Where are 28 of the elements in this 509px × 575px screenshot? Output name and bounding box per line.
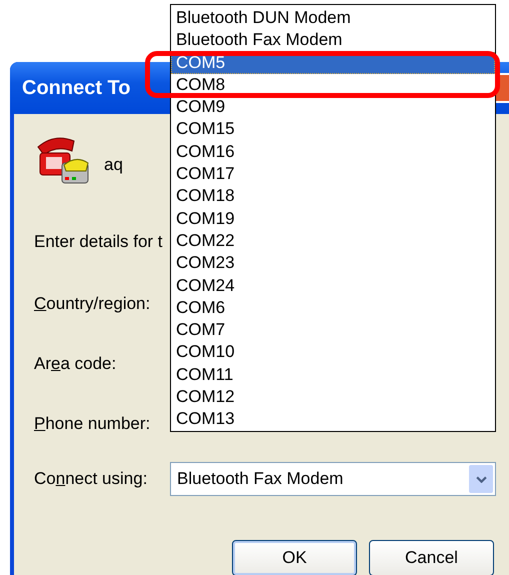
- dropdown-item[interactable]: COM16: [171, 140, 495, 164]
- connection-name: aq: [104, 155, 123, 175]
- dropdown-item[interactable]: COM6: [171, 296, 495, 320]
- dropdown-item[interactable]: COM7: [171, 319, 495, 342]
- dropdown-item[interactable]: COM23: [171, 252, 495, 275]
- cancel-button[interactable]: Cancel: [369, 540, 494, 575]
- field-label: Connect using:: [34, 469, 148, 489]
- dropdown-item[interactable]: COM12: [171, 386, 495, 408]
- dropdown-item[interactable]: Bluetooth Fax Modem: [171, 29, 495, 52]
- chevron-down-icon: [469, 465, 493, 493]
- field-label: Phone number:: [34, 414, 150, 434]
- dropdown-item[interactable]: Bluetooth DUN Modem: [171, 7, 495, 30]
- dropdown-item[interactable]: COM22: [171, 230, 495, 252]
- dropdown-item[interactable]: COM24: [171, 274, 495, 297]
- ok-button[interactable]: OK: [232, 540, 357, 575]
- dropdown-item[interactable]: COM19: [171, 208, 495, 230]
- dropdown-item[interactable]: COM17: [171, 163, 495, 186]
- window-title: Connect To: [21, 76, 131, 100]
- device-dropdown[interactable]: Bluetooth Fax Modem: [170, 462, 496, 496]
- field-label: Area code:: [34, 354, 116, 374]
- dropdown-item[interactable]: COM18: [171, 185, 495, 208]
- dropdown-item[interactable]: COM13: [171, 408, 495, 431]
- dropdown-item[interactable]: COM9: [171, 96, 495, 118]
- dropdown-item[interactable]: COM15: [171, 118, 495, 141]
- field-label: Country/region:: [34, 294, 150, 314]
- dropdown-item[interactable]: COM11: [171, 364, 495, 386]
- dropdown-item[interactable]: COM10: [171, 341, 495, 364]
- instruction-text: Enter details for t: [34, 232, 164, 252]
